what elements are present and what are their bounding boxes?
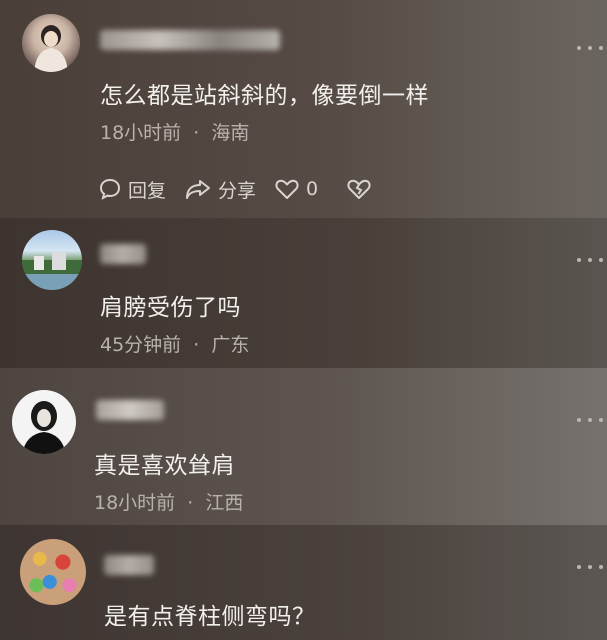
comment-text: 肩膀受伤了吗 <box>100 295 241 321</box>
username-blurred[interactable] <box>96 400 164 420</box>
avatar-person-icon <box>22 401 66 454</box>
comment-text: 真是喜欢耸肩 <box>94 453 235 479</box>
comment-location: 海南 <box>211 122 250 144</box>
avatar-photo-icon <box>34 25 68 72</box>
broken-heart-icon <box>347 179 371 199</box>
comment-time: 18小时前 <box>94 492 176 514</box>
more-options-button[interactable] <box>577 416 603 424</box>
speech-bubble-icon <box>99 178 121 200</box>
comment-location: 广东 <box>211 334 250 356</box>
username-blurred[interactable] <box>104 555 154 575</box>
share-arrow-icon <box>186 180 211 199</box>
username-blurred[interactable] <box>100 244 146 264</box>
more-dots-icon <box>577 565 581 569</box>
share-label: 分享 <box>218 179 257 202</box>
reply-button[interactable]: 回复 <box>98 176 166 203</box>
comment-meta: 18小时前 · 江西 <box>94 488 243 515</box>
like-button[interactable]: 0 <box>274 177 318 201</box>
user-avatar[interactable] <box>22 14 80 72</box>
comment-meta: 18小时前 · 海南 <box>100 118 249 145</box>
like-count: 0 <box>306 178 319 200</box>
comment-time: 45分钟前 <box>100 334 182 356</box>
more-dots-icon <box>577 46 581 50</box>
comment-item[interactable]: 怎么都是站斜斜的，像要倒一样 18小时前 · 海南 回复 分享 0 <box>0 0 607 218</box>
user-avatar[interactable] <box>12 390 76 454</box>
meta-separator: · <box>193 334 200 356</box>
comment-actions: 回复 分享 0 <box>98 172 396 206</box>
comment-meta: 45分钟前 · 广东 <box>100 330 249 357</box>
share-button[interactable]: 分享 <box>184 176 256 203</box>
more-options-button[interactable] <box>577 44 603 52</box>
user-avatar[interactable] <box>22 230 82 290</box>
meta-separator: · <box>187 492 194 514</box>
meta-separator: · <box>193 122 200 144</box>
comment-item[interactable]: 肩膀受伤了吗 45分钟前 · 广东 <box>0 218 607 368</box>
avatar-landscape-icon <box>22 252 82 290</box>
comment-item[interactable]: 真是喜欢耸肩 18小时前 · 江西 <box>0 368 607 525</box>
more-dots-icon <box>577 418 581 422</box>
heart-icon <box>275 179 299 199</box>
more-dots-icon <box>577 258 581 262</box>
more-options-button[interactable] <box>577 256 603 264</box>
comment-time: 18小时前 <box>100 122 182 144</box>
reply-label: 回复 <box>128 179 167 202</box>
comment-text: 怎么都是站斜斜的，像要倒一样 <box>100 83 429 109</box>
user-avatar[interactable] <box>20 539 86 605</box>
username-blurred[interactable] <box>100 30 280 50</box>
comment-text: 是有点脊柱侧弯吗？ <box>104 604 316 630</box>
dislike-button[interactable] <box>346 177 378 201</box>
more-options-button[interactable] <box>577 563 603 571</box>
comment-location: 江西 <box>205 492 244 514</box>
comment-item[interactable]: 是有点脊柱侧弯吗？ <box>0 525 607 640</box>
